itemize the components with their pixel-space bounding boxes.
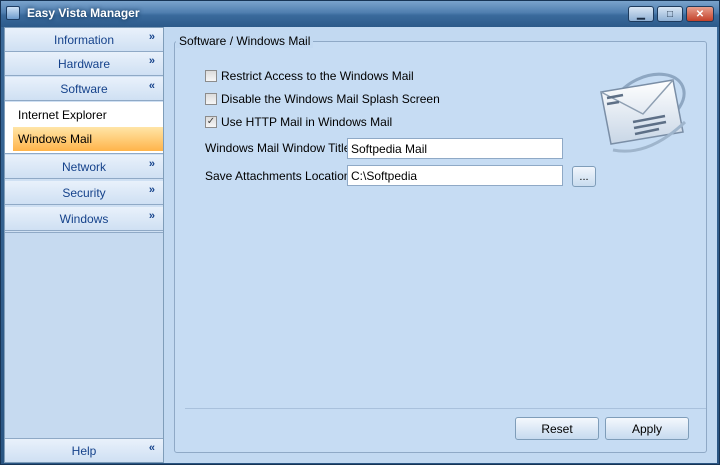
- sidebar-empty-area: [5, 232, 163, 438]
- apply-button[interactable]: Apply: [605, 417, 689, 440]
- browse-button[interactable]: ...: [572, 166, 596, 187]
- option-label: Disable the Windows Mail Splash Screen: [221, 92, 440, 106]
- attachments-label: Save Attachments Location:: [205, 169, 354, 183]
- nav-windows[interactable]: Windows »: [5, 207, 163, 231]
- sidebar: Information » Hardware » Software « Inte…: [4, 27, 164, 463]
- window-title-input[interactable]: [347, 138, 563, 159]
- window-title: Easy Vista Manager: [27, 6, 140, 20]
- nav-label: Software: [60, 81, 108, 96]
- mail-envelope-icon: [600, 72, 687, 153]
- checkbox[interactable]: [205, 70, 217, 82]
- nav-label: Windows: [59, 211, 109, 226]
- reset-button[interactable]: Reset: [515, 417, 599, 440]
- nav-security[interactable]: Security »: [5, 181, 163, 205]
- chevron-down-icon: »: [148, 184, 155, 196]
- nav-label: Network: [61, 159, 106, 174]
- minimize-button[interactable]: ▁: [628, 6, 654, 22]
- main-content: Restrict Access to the Windows Mail Disa…: [166, 27, 715, 463]
- sub-item-label: Windows Mail: [18, 132, 93, 146]
- software-subpanel: Internet Explorer Windows Mail: [5, 102, 163, 154]
- nav-label: Help: [71, 443, 97, 458]
- chevron-down-icon: »: [148, 158, 155, 170]
- option-restrict-access[interactable]: Restrict Access to the Windows Mail: [205, 68, 414, 84]
- nav-label: Security: [62, 185, 106, 200]
- sub-item-windows-mail[interactable]: Windows Mail: [13, 127, 163, 151]
- option-use-http-mail[interactable]: ✓ Use HTTP Mail in Windows Mail: [205, 114, 392, 130]
- chevron-down-icon: »: [148, 31, 155, 43]
- sub-item-internet-explorer[interactable]: Internet Explorer: [13, 103, 163, 127]
- option-label: Restrict Access to the Windows Mail: [221, 69, 414, 83]
- client-area: Information » Hardware » Software « Inte…: [4, 27, 717, 463]
- chevron-up-icon: «: [148, 80, 155, 92]
- chevron-up-icon: «: [148, 442, 155, 454]
- close-button[interactable]: ✕: [686, 6, 714, 22]
- chevron-down-icon: »: [148, 55, 155, 67]
- check-icon[interactable]: ✓: [205, 116, 217, 128]
- nav-information[interactable]: Information »: [5, 28, 163, 52]
- nav-software[interactable]: Software «: [5, 77, 163, 101]
- settings-group: Restrict Access to the Windows Mail Disa…: [174, 41, 707, 453]
- checkbox[interactable]: [205, 93, 217, 105]
- maximize-button[interactable]: □: [657, 6, 683, 22]
- chevron-down-icon: »: [148, 210, 155, 222]
- nav-hardware[interactable]: Hardware »: [5, 52, 163, 76]
- app-icon: [6, 6, 20, 20]
- option-disable-splash[interactable]: Disable the Windows Mail Splash Screen: [205, 91, 440, 107]
- group-title: Software / Windows Mail: [176, 34, 314, 48]
- title-bar[interactable]: Easy Vista Manager ▁ □ ✕: [1, 1, 719, 27]
- app-window: Easy Vista Manager ▁ □ ✕ Information » H…: [0, 0, 720, 465]
- nav-help[interactable]: Help «: [5, 438, 163, 462]
- nav-label: Information: [53, 32, 115, 47]
- nav-label: Hardware: [57, 56, 111, 71]
- option-label: Use HTTP Mail in Windows Mail: [221, 115, 393, 129]
- nav-network[interactable]: Network »: [5, 155, 163, 179]
- separator: [185, 408, 706, 409]
- window-title-label: Windows Mail Window Title:: [205, 141, 354, 155]
- sub-item-label: Internet Explorer: [18, 108, 107, 122]
- attachments-location-input[interactable]: [347, 165, 563, 186]
